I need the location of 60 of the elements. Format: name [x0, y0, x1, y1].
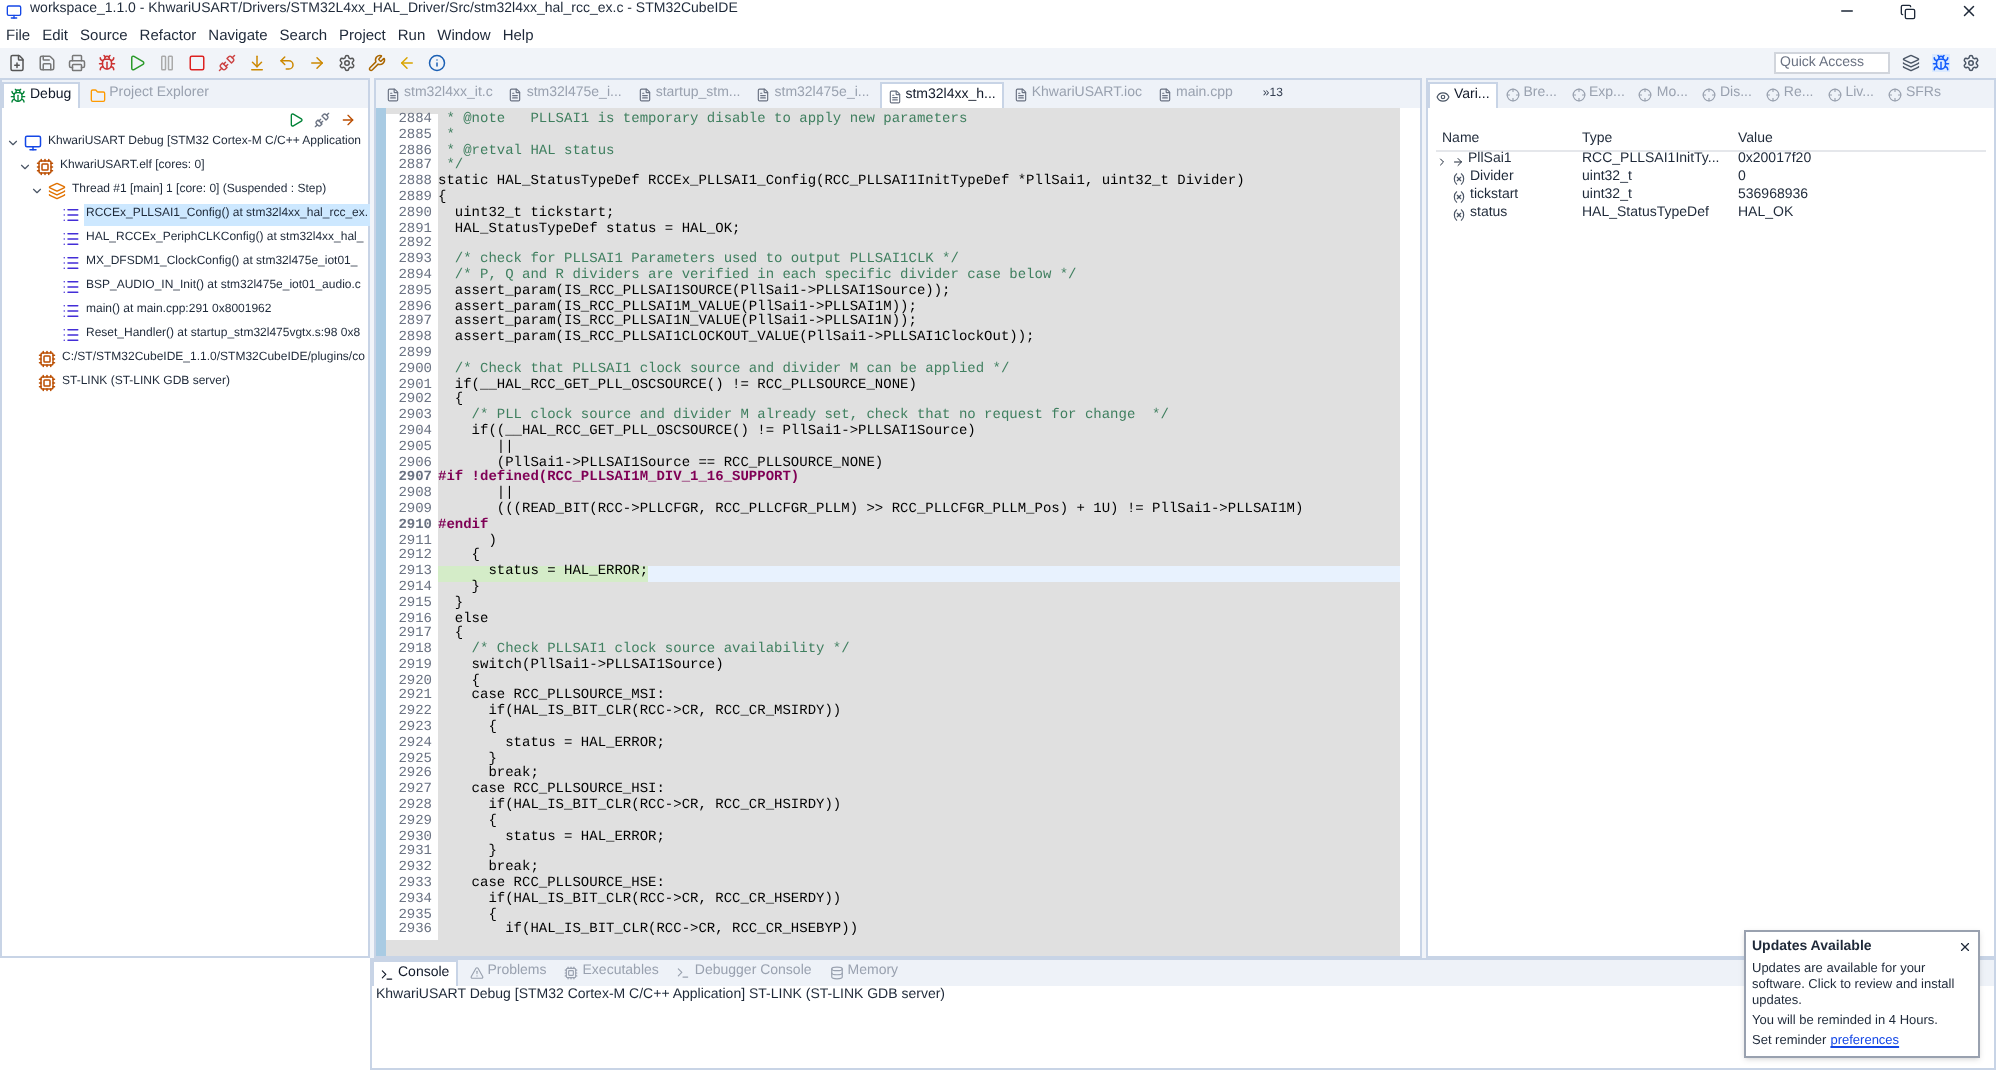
file-icon [1013, 88, 1028, 102]
save-icon[interactable] [38, 53, 56, 71]
printer-icon[interactable] [68, 53, 86, 71]
step-into-icon[interactable] [248, 53, 266, 71]
disconnect-icon[interactable] [314, 111, 330, 127]
collapse-icon[interactable] [30, 183, 44, 197]
file-icon [1158, 88, 1172, 102]
play-icon[interactable] [128, 53, 146, 71]
view-icon [1887, 88, 1902, 102]
database-icon [829, 966, 844, 980]
chip-icon [38, 373, 56, 391]
bug-icon[interactable] [98, 53, 116, 71]
expand-icon[interactable] [1436, 155, 1448, 167]
wrench-icon[interactable] [368, 53, 386, 71]
file-icon [887, 89, 902, 103]
view-icon [1827, 88, 1842, 102]
view-icon [1571, 88, 1585, 102]
close-icon[interactable] [1958, 940, 1972, 955]
resume-icon[interactable] [288, 111, 304, 127]
view-icon [1638, 88, 1653, 102]
stack-frame-icon [62, 205, 80, 223]
file-icon [386, 88, 400, 102]
restore-icon[interactable] [1900, 3, 1916, 19]
console-icon [380, 967, 394, 981]
collapse-icon[interactable] [6, 135, 20, 149]
stack-frame-icon [62, 301, 80, 319]
file-icon [756, 88, 771, 102]
file-icon [637, 88, 652, 102]
new-file-icon[interactable] [8, 53, 26, 71]
stack-frame-icon [62, 277, 80, 295]
warning-icon [469, 966, 484, 980]
bug-icon [10, 88, 26, 104]
chip-icon [36, 157, 54, 175]
stop-icon[interactable] [188, 53, 206, 71]
step-over-icon[interactable] [278, 53, 296, 71]
stack-frame-icon [62, 325, 80, 343]
file-icon [508, 88, 523, 102]
step-return-icon[interactable] [308, 53, 326, 71]
chip-icon [564, 966, 579, 980]
monitor-icon [24, 133, 42, 151]
view-icon [1765, 88, 1780, 102]
folder-icon [89, 87, 106, 103]
collapse-icon[interactable] [18, 159, 32, 173]
chip-icon [38, 349, 56, 367]
gear-icon[interactable] [1962, 53, 1980, 71]
pointer-icon [1452, 155, 1464, 167]
thread-icon [48, 181, 66, 199]
info-icon[interactable] [428, 53, 446, 71]
view-icon [1701, 88, 1716, 102]
stack-frame-icon [62, 253, 80, 271]
app-icon [6, 3, 22, 19]
gear-icon[interactable] [338, 53, 356, 71]
console-icon [676, 966, 691, 980]
disconnect-icon[interactable] [218, 53, 236, 71]
perspective-icon[interactable] [1902, 53, 1920, 71]
view-icon [1505, 88, 1520, 102]
bug-icon[interactable] [1932, 53, 1950, 71]
step-icon[interactable] [340, 111, 356, 127]
close-icon[interactable] [1960, 2, 1978, 20]
stack-frame-icon [62, 229, 80, 247]
